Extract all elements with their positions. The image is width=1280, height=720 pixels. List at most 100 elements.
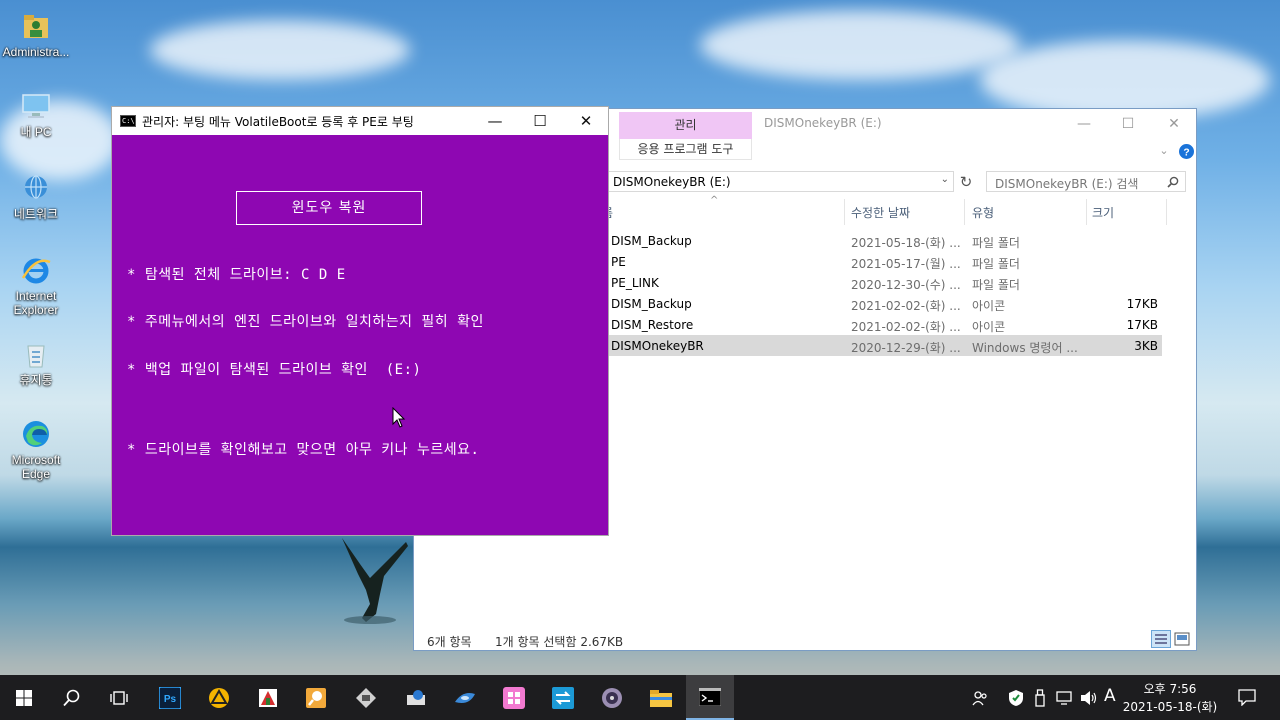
console-heading-box: 윈도우 복원	[236, 191, 422, 225]
security-shield-icon[interactable]	[1008, 689, 1024, 707]
console-line: * 백업 파일이 탐색된 드라이브 확인 (E:)	[127, 362, 422, 378]
network-icon[interactable]	[1056, 690, 1074, 706]
file-date: 2020-12-29-(화) ...	[851, 341, 961, 355]
recycle-bin-icon	[27, 345, 45, 368]
usb-icon	[356, 687, 376, 708]
column-header-size[interactable]: 크기	[1092, 204, 1114, 221]
file-type: 아이콘	[972, 320, 1006, 334]
large-icons-view-icon[interactable]	[1174, 631, 1190, 647]
maximize-icon[interactable]: ☐	[528, 111, 552, 131]
file-row[interactable]: DISM_Restore 2021-02-02-(화) ... 아이콘 17KB	[608, 314, 1162, 335]
file-type: 파일 폴더	[972, 278, 1020, 292]
file-size: 3KB	[1134, 339, 1158, 353]
file-row[interactable]: DISM_Backup 2021-02-02-(화) ... 아이콘 17KB	[608, 293, 1162, 314]
ribbon-manage-tab[interactable]: 관리 응용 프로그램 도구	[619, 112, 752, 160]
volume-icon[interactable]	[1080, 690, 1098, 706]
details-view-icon[interactable]	[1151, 630, 1171, 648]
column-header-type[interactable]: 유형	[972, 204, 994, 221]
remote-icon	[552, 686, 574, 709]
taskbar-app-document[interactable]	[244, 675, 292, 720]
taskbar-app-pink[interactable]	[490, 675, 538, 720]
taskbar-app-usb[interactable]	[342, 675, 390, 720]
column-divider[interactable]	[1166, 199, 1167, 225]
desktop-icon-user[interactable]: Administra...	[2, 10, 70, 59]
photoshop-icon: Ps	[159, 686, 181, 709]
address-text: DISMOnekeyBR (E:)	[613, 175, 731, 189]
ime-indicator[interactable]: A	[1104, 686, 1116, 706]
desktop-icon-label: Microsoft Edge	[11, 453, 61, 481]
desktop-icon-label: Internet Explorer	[13, 289, 59, 317]
file-row[interactable]: PE 2021-05-17-(월) ... 파일 폴더	[608, 251, 1162, 272]
file-name: DISMOnekeyBR	[611, 339, 704, 353]
taskbar-app-disk[interactable]	[441, 675, 489, 720]
cmd-icon	[699, 687, 721, 706]
desktop-icon-label: 휴지통	[19, 373, 53, 387]
file-date: 2021-02-02-(화) ...	[851, 320, 961, 334]
file-row[interactable]: PE_LINK 2020-12-30-(수) ... 파일 폴더	[608, 272, 1162, 293]
notification-icon[interactable]	[1238, 689, 1256, 706]
file-date: 2020-12-30-(수) ...	[851, 278, 961, 292]
address-bar[interactable]: DISMOnekeyBR (E:) ⌄	[608, 171, 954, 192]
file-name: PE	[611, 255, 626, 269]
internet-explorer-icon	[21, 258, 51, 284]
desktop-icon-this-pc[interactable]: 내 PC	[2, 90, 70, 139]
explorer-title: DISMOnekeyBR (E:)	[764, 116, 882, 130]
wallpaper-figure	[342, 538, 408, 624]
desktop-icon-label: 네트워크	[13, 207, 59, 221]
taskbar-app-tool[interactable]	[392, 675, 440, 720]
desktop-icon-edge[interactable]: Microsoft Edge	[2, 418, 70, 481]
file-type: 파일 폴더	[972, 236, 1020, 250]
taskbar-search-button[interactable]	[48, 675, 96, 720]
windows-logo-icon	[16, 689, 32, 706]
ribbon-expand-chevron-icon[interactable]: ⌄	[1154, 142, 1174, 160]
file-row[interactable]: DISM_Backup 2021-05-18-(화) ... 파일 폴더	[608, 230, 1162, 251]
usb-device-icon[interactable]	[1034, 689, 1046, 707]
column-divider[interactable]	[844, 199, 845, 225]
chevron-down-icon[interactable]: ⌄	[941, 174, 949, 185]
console-window[interactable]: C:\ 관리자: 부팅 메뉴 VolatileBoot로 등록 후 PE로 부팅…	[111, 106, 609, 536]
taskbar-app-search-tool[interactable]	[292, 675, 340, 720]
search-input[interactable]: DISMOnekeyBR (E:) 검색	[986, 171, 1186, 192]
search-icon[interactable]	[1167, 176, 1179, 188]
clock[interactable]: 오후 7:56 2021-05-18-(화)	[1122, 680, 1218, 716]
minimize-icon[interactable]: —	[483, 111, 507, 131]
help-icon[interactable]: ?	[1179, 144, 1194, 159]
sky-cloud	[700, 10, 1020, 80]
taskbar-app-photoshop[interactable]: Ps	[146, 675, 194, 720]
desktop-icon-ie[interactable]: Internet Explorer	[2, 254, 70, 317]
taskbar-app-drive[interactable]	[195, 675, 243, 720]
ribbon-app-tools-label[interactable]: 응용 프로그램 도구	[619, 139, 752, 160]
desktop-icon-network[interactable]: 네트워크	[2, 172, 70, 221]
task-view-button[interactable]	[96, 675, 144, 720]
status-selection: 1개 항목 선택함 2.67KB	[495, 635, 624, 649]
close-icon[interactable]: ✕	[1164, 115, 1184, 133]
taskbar-app-dvd[interactable]	[588, 675, 636, 720]
taskbar: Ps A 오후 7:56 2021-05-18-(화)	[0, 675, 1280, 720]
ribbon-manage-label[interactable]: 관리	[619, 112, 752, 139]
column-header-date[interactable]: 수정한 날짜	[851, 204, 910, 221]
minimize-icon[interactable]: —	[1074, 115, 1094, 133]
column-divider[interactable]	[1086, 199, 1087, 225]
file-row-selected[interactable]: DISMOnekeyBR 2020-12-29-(화) ... Windows …	[608, 335, 1162, 356]
taskbar-app-file-explorer[interactable]	[637, 675, 685, 720]
close-icon[interactable]: ✕	[574, 111, 598, 131]
people-icon[interactable]	[972, 690, 988, 706]
desktop-icon-recycle-bin[interactable]: 휴지통	[2, 338, 70, 387]
folder-icon	[650, 689, 672, 707]
tool-icon	[407, 689, 425, 705]
network-globe-icon	[25, 175, 47, 199]
maximize-icon[interactable]: ☐	[1118, 115, 1138, 133]
file-type: 아이콘	[972, 299, 1006, 313]
taskbar-app-cmd[interactable]	[686, 675, 734, 720]
file-name: PE_LINK	[611, 276, 659, 290]
search-placeholder: DISMOnekeyBR (E:) 검색	[995, 177, 1139, 191]
document-icon	[259, 688, 277, 707]
start-button[interactable]	[0, 675, 48, 720]
refresh-icon[interactable]: ↻	[956, 172, 976, 192]
column-divider[interactable]	[964, 199, 965, 225]
cmd-icon: C:\	[120, 115, 136, 127]
app-icon	[503, 686, 525, 709]
console-title-bar[interactable]: C:\ 관리자: 부팅 메뉴 VolatileBoot로 등록 후 PE로 부팅…	[112, 107, 608, 135]
console-line: * 주메뉴에서의 엔진 드라이브와 일치하는지 필히 확인	[127, 314, 484, 330]
taskbar-app-remote[interactable]	[539, 675, 587, 720]
